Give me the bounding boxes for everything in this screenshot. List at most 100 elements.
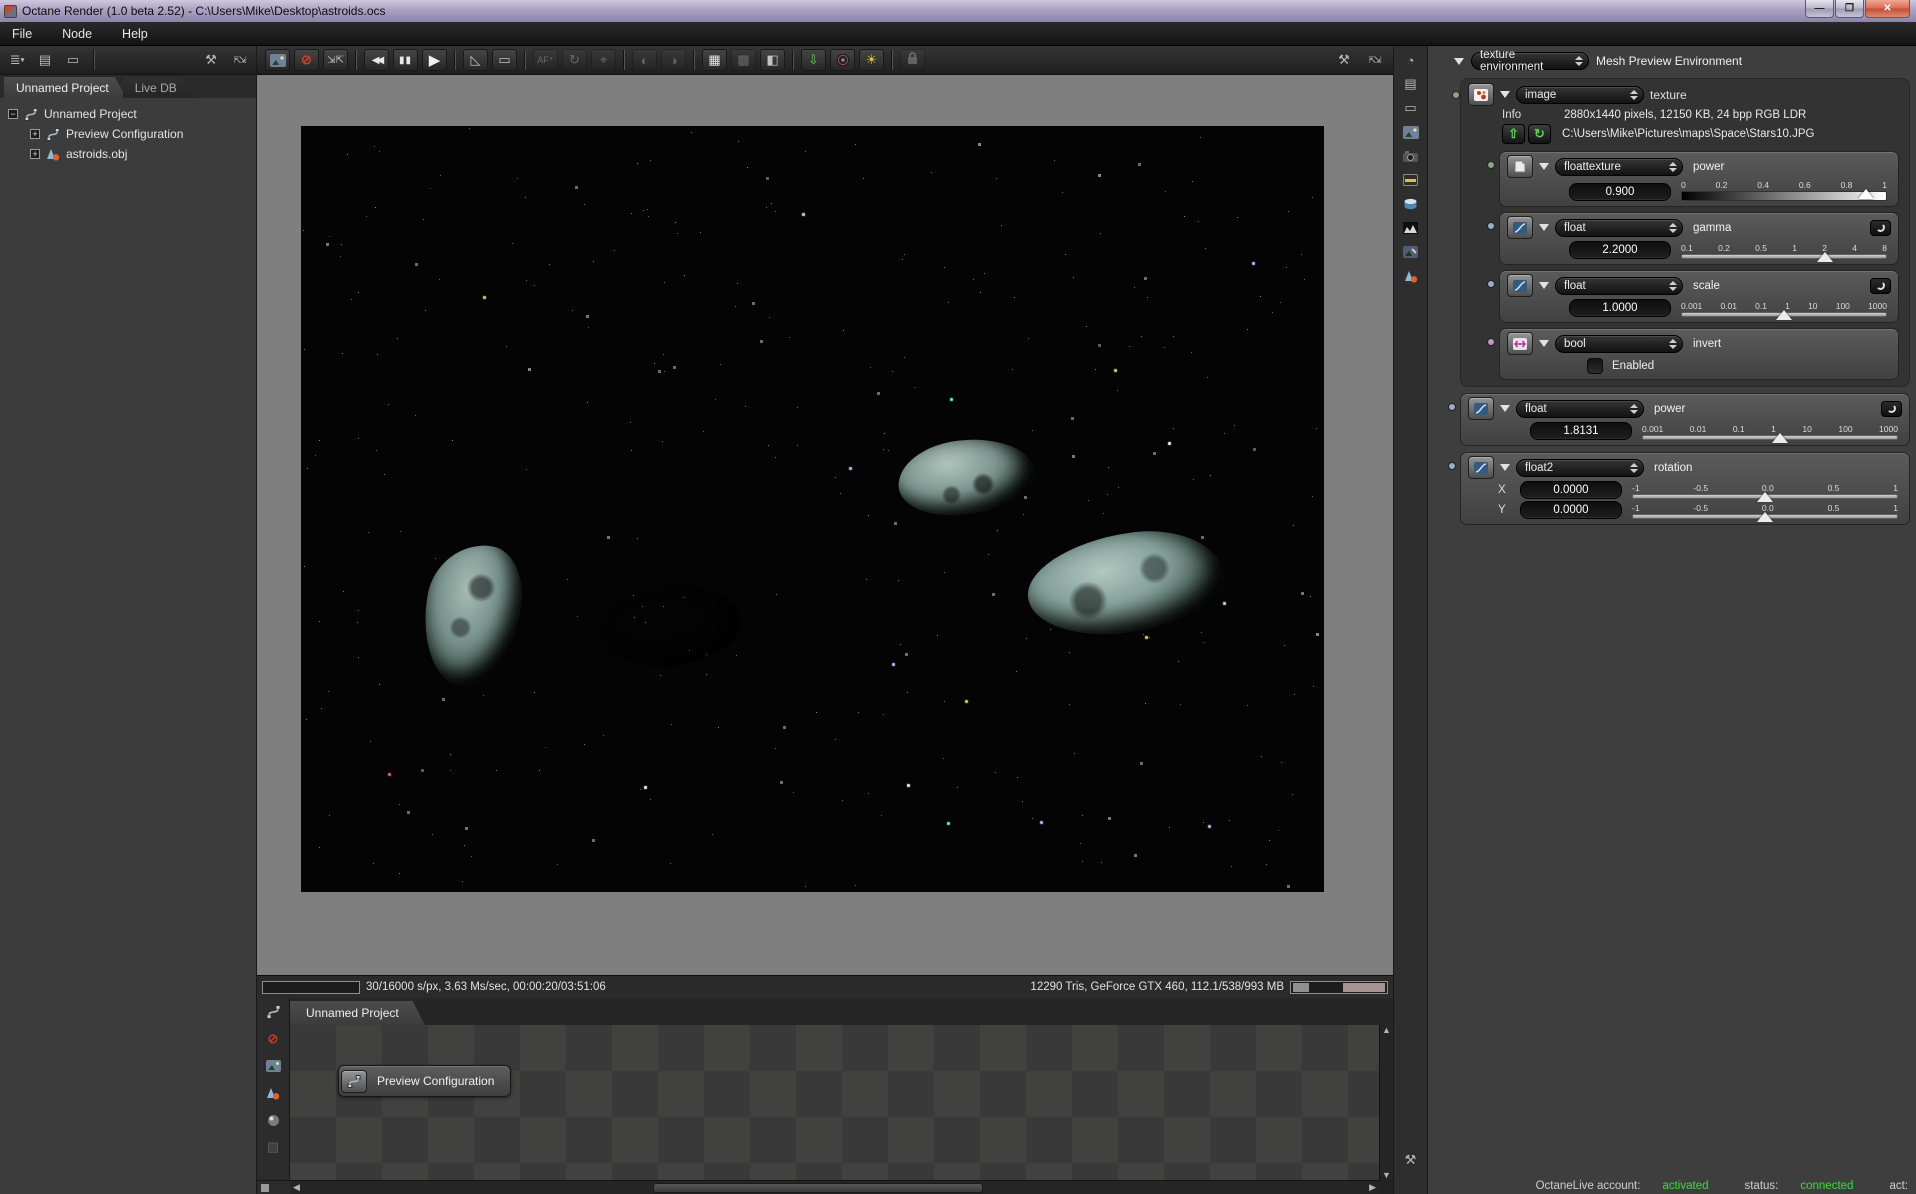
response-curve-button[interactable] — [1870, 219, 1891, 236]
orbit-icon[interactable]: ↻ — [562, 49, 587, 71]
play-icon[interactable]: ▶ — [422, 49, 447, 71]
image-node-icon[interactable] — [1468, 83, 1494, 106]
imager-icon[interactable] — [1400, 242, 1422, 262]
sun-light-icon[interactable]: ☀ — [859, 49, 884, 71]
node-pin[interactable] — [1452, 91, 1460, 99]
ruler-icon[interactable]: ◺ — [463, 49, 488, 71]
expand-icon[interactable]: + — [30, 129, 40, 139]
tree-row-project[interactable]: − Unnamed Project — [0, 104, 256, 124]
histogram-icon[interactable] — [1400, 218, 1422, 238]
bool-icon[interactable] — [1507, 332, 1533, 355]
chevron-down-icon[interactable] — [1500, 405, 1510, 412]
load-image-button[interactable]: ⇧ — [1502, 124, 1525, 144]
expand-icon[interactable]: + — [30, 149, 40, 159]
expand-icon[interactable]: ⇱⇲ — [228, 50, 250, 70]
param-type-dropdown[interactable]: float2 — [1516, 458, 1644, 477]
mesh-icon[interactable] — [1400, 266, 1422, 286]
image-type-dropdown[interactable]: image — [1516, 85, 1644, 104]
chevron-down-icon[interactable] — [1539, 224, 1549, 231]
param-type-dropdown[interactable]: float — [1555, 276, 1683, 295]
restore-button[interactable]: ❐ — [1835, 0, 1864, 18]
slider-marker[interactable] — [1757, 512, 1773, 522]
alpha-checker-icon[interactable]: ▦ — [702, 49, 727, 71]
slider[interactable]: -1 -0.5 0.0 0.5 1 — [1632, 483, 1902, 502]
mesh-preview-icon[interactable] — [262, 1083, 284, 1103]
tab-nodegraph-project[interactable]: Unnamed Project — [290, 1001, 425, 1025]
root-type-dropdown[interactable]: texture environment — [1471, 49, 1589, 73]
wrench-icon[interactable]: ⚒ — [1400, 1150, 1422, 1170]
scrollbar-thumb[interactable] — [652, 1182, 983, 1193]
slider[interactable]: 0.001 0.01 0.1 1 10 100 1000 — [1642, 424, 1902, 443]
tab-unnamed-project[interactable]: Unnamed Project — [4, 77, 127, 98]
link-nodes-icon[interactable]: ▭ — [62, 50, 84, 70]
slider[interactable]: -1 -0.5 0.0 0.5 1 — [1632, 503, 1902, 522]
value-field[interactable]: 0.900 — [1569, 183, 1671, 201]
picture-icon[interactable] — [265, 49, 290, 71]
response-curve-button[interactable] — [1870, 277, 1891, 294]
spinner-icon[interactable] — [1669, 161, 1677, 172]
enabled-checkbox[interactable] — [1587, 358, 1603, 374]
save-image-icon[interactable]: ⇩ — [801, 49, 826, 71]
chevron-down-icon[interactable] — [1500, 464, 1510, 471]
scroll-right-icon[interactable]: ▶ — [1366, 1182, 1379, 1193]
value-field-y[interactable]: 0.0000 — [1520, 501, 1622, 519]
float-curve-icon[interactable] — [1507, 274, 1533, 297]
float-curve-icon[interactable] — [1468, 456, 1494, 479]
reload-image-button[interactable]: ↻ — [1528, 124, 1551, 144]
scroll-up-icon[interactable]: ▲ — [1382, 1025, 1391, 1035]
slider-track[interactable] — [1681, 252, 1887, 262]
nodegraph-tool-icon[interactable] — [262, 1002, 284, 1022]
chevron-down-icon[interactable] — [1500, 91, 1510, 98]
spinner-icon[interactable] — [1630, 89, 1638, 100]
nodegraph-canvas[interactable]: Preview Configuration — [290, 1025, 1379, 1180]
camera-icon[interactable] — [1400, 146, 1422, 166]
value-field[interactable]: 2.2000 — [1569, 241, 1671, 259]
menu-help[interactable]: Help — [122, 27, 148, 41]
param-type-dropdown[interactable]: floattexture — [1555, 157, 1683, 176]
slider[interactable]: 0.1 0.2 0.5 1 2 4 8 — [1681, 243, 1891, 262]
autofocus-icon[interactable]: AF⁺ — [533, 49, 558, 71]
chevron-down-icon[interactable] — [1539, 340, 1549, 347]
render-view[interactable] — [301, 126, 1324, 892]
pick-focus-icon[interactable]: ⌖ — [591, 49, 616, 71]
chevron-down-icon[interactable] — [1454, 57, 1464, 65]
tree-list-icon[interactable]: ≣ ▾ — [6, 50, 28, 70]
restart-render-icon[interactable]: ⇲⇱ — [323, 49, 348, 71]
film-settings-icon[interactable] — [1400, 170, 1422, 190]
expand-icon[interactable]: ⇱⇲ — [1363, 50, 1385, 70]
texture-preview-icon[interactable]: ▨ — [262, 1137, 284, 1157]
float-curve-icon[interactable] — [1507, 216, 1533, 239]
value-field[interactable]: 1.8131 — [1530, 422, 1632, 440]
menu-file[interactable]: File — [12, 27, 32, 41]
checker-b-icon[interactable]: ▩ — [731, 49, 756, 71]
chevron-down-icon[interactable] — [1539, 163, 1549, 170]
floattexture-icon[interactable] — [1507, 155, 1533, 178]
slider-marker[interactable] — [1757, 492, 1773, 502]
image-icon[interactable] — [1400, 122, 1422, 142]
node-pin[interactable] — [1448, 462, 1456, 470]
slider[interactable]: 0 0.2 0.4 0.6 0.8 1 — [1681, 180, 1891, 201]
stop-icon[interactable]: ⊘ — [262, 1029, 284, 1049]
param-type-dropdown[interactable]: float — [1555, 218, 1683, 237]
spinner-icon[interactable] — [1669, 338, 1677, 349]
record-icon[interactable] — [830, 49, 855, 71]
spinner-icon[interactable] — [1669, 280, 1677, 291]
slider-marker[interactable] — [1816, 252, 1833, 262]
node-pin[interactable] — [1487, 222, 1495, 230]
spinner-icon[interactable] — [1630, 462, 1638, 473]
param-type-dropdown[interactable]: float — [1516, 399, 1644, 418]
spinner-icon[interactable] — [1630, 403, 1638, 414]
value-field[interactable]: 1.0000 — [1569, 299, 1671, 317]
sphere-a-icon[interactable]: ◐ — [632, 49, 657, 71]
tree-row-preview-configuration[interactable]: + Preview Configuration — [0, 124, 256, 144]
slider-marker[interactable] — [1857, 189, 1874, 199]
region-icon[interactable]: ▭ — [492, 49, 517, 71]
param-type-dropdown[interactable]: bool — [1555, 334, 1683, 353]
spinner-icon[interactable] — [1575, 56, 1583, 66]
response-curve-button[interactable] — [1881, 400, 1902, 417]
spinner-icon[interactable] — [1669, 222, 1677, 233]
slider[interactable]: 0.001 0.01 0.1 1 10 100 1000 — [1681, 301, 1891, 320]
vertical-scrollbar[interactable]: ▲ ▼ — [1379, 1025, 1393, 1180]
tab-live-db[interactable]: Live DB — [123, 77, 195, 98]
duplicate-icon[interactable]: ▤ — [1400, 74, 1422, 94]
